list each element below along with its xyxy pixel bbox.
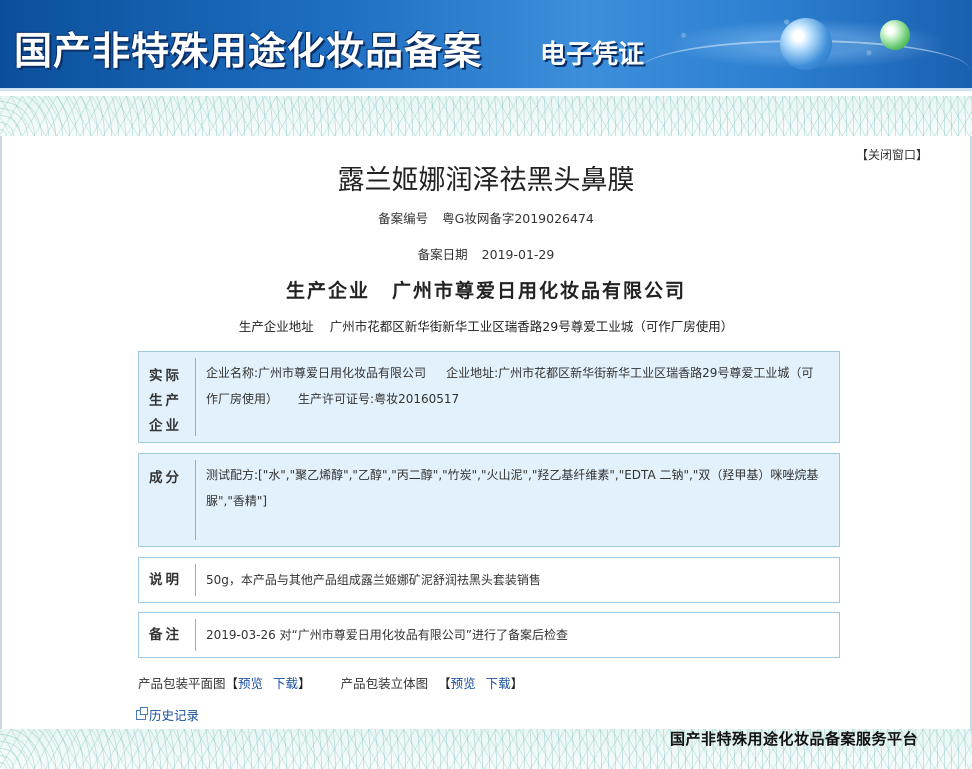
header-banner: 国产非特殊用途化妆品备案 电子凭证 — [0, 0, 972, 88]
solid-package-download-link[interactable]: 下载 — [486, 676, 511, 691]
solid-package-preview-link[interactable]: 预览 — [451, 676, 476, 691]
description-label: 说明 — [149, 572, 182, 588]
history-label: 历史记录 — [149, 708, 200, 723]
registration-date-line: 备案日期 2019-01-29 — [0, 244, 972, 263]
ingredients-label: 成分 — [149, 470, 182, 486]
flat-package-label: 产品包装平面图 — [138, 676, 226, 691]
producer-name: 广州市尊爱日用化妆品有限公司 — [392, 280, 687, 302]
package-images-line: 产品包装平面图【预览 下载】 产品包装立体图 【预览 下载】 — [138, 676, 524, 691]
producer-address-value: 广州市花都区新华街新华工业区瑞香路29号尊爱工业城（可作厂房使用） — [329, 319, 734, 334]
producer-address-label: 生产企业地址 — [238, 319, 314, 334]
banner-subtitle: 电子凭证 — [540, 40, 645, 70]
actual-producer-content: 企业名称:广州市尊爱日用化妆品有限公司 企业地址:广州市花都区新华街新华工业区瑞香… — [196, 352, 839, 442]
solid-package-label: 产品包装立体图 — [340, 676, 429, 691]
producer-address-line: 生产企业地址 广州市花都区新华街新华工业区瑞香路29号尊爱工业城（可作厂房使用） — [0, 316, 972, 335]
producer-line: 生产企业 广州市尊爱日用化妆品有限公司 — [0, 276, 972, 303]
history-window-icon — [136, 706, 148, 720]
flat-package-download-link[interactable]: 下载 — [273, 676, 298, 691]
registration-number-value: 粤G妆网备字2019026474 — [442, 211, 594, 226]
footer-brand: 国产非特殊用途化妆品备案服务平台 — [670, 730, 919, 748]
license-number-value: 粤妆20160517 — [374, 392, 460, 406]
flat-package-preview-link[interactable]: 预览 — [238, 676, 263, 691]
registration-date-value: 2019-01-29 — [481, 247, 555, 262]
guilloche-border-top — [0, 96, 972, 136]
actual-producer-label: 实际生产企业 — [149, 368, 182, 434]
product-name: 露兰姬娜润泽祛黑头鼻膜 — [337, 165, 635, 196]
remarks-box: 备注 2019-03-26 对“广州市尊爱日用化妆品有限公司”进行了备案后检查 — [138, 612, 840, 658]
company-name-value: 广州市尊爱日用化妆品有限公司 — [258, 366, 427, 380]
small-globe-icon — [880, 20, 910, 50]
license-number-label: 生产许可证号: — [298, 392, 375, 406]
remarks-label: 备注 — [149, 627, 182, 643]
remarks-text: 2019-03-26 对“广州市尊爱日用化妆品有限公司”进行了备案后检查 — [206, 628, 568, 642]
producer-label: 生产企业 — [285, 280, 370, 302]
registration-number-label: 备案编号 — [378, 211, 429, 226]
ingredients-box: 成分 测试配方:["水","聚乙烯醇","乙醇","丙二醇","竹炭","火山泥… — [138, 453, 840, 547]
banner-title: 国产非特殊用途化妆品备案 — [14, 28, 483, 73]
description-box: 说明 50g，本产品与其他产品组成露兰姬娜矿泥舒润祛黑头套装销售 — [138, 557, 840, 603]
ingredients-text: 测试配方:["水","聚乙烯醇","乙醇","丙二醇","竹炭","火山泥","… — [206, 468, 819, 508]
actual-producer-box: 实际生产企业 企业名称:广州市尊爱日用化妆品有限公司 企业地址:广州市花都区新华街… — [138, 351, 840, 443]
company-address-label: 企业地址: — [446, 366, 499, 380]
company-name-label: 企业名称: — [206, 366, 259, 380]
globe-icon — [780, 18, 832, 70]
history-link[interactable]: 历史记录 — [136, 705, 199, 724]
registration-date-label: 备案日期 — [417, 247, 468, 262]
registration-number-line: 备案编号 粤G妆网备字2019026474 — [0, 208, 972, 227]
description-text: 50g，本产品与其他产品组成露兰姬娜矿泥舒润祛黑头套装销售 — [206, 573, 541, 587]
banner-divider — [0, 88, 972, 91]
